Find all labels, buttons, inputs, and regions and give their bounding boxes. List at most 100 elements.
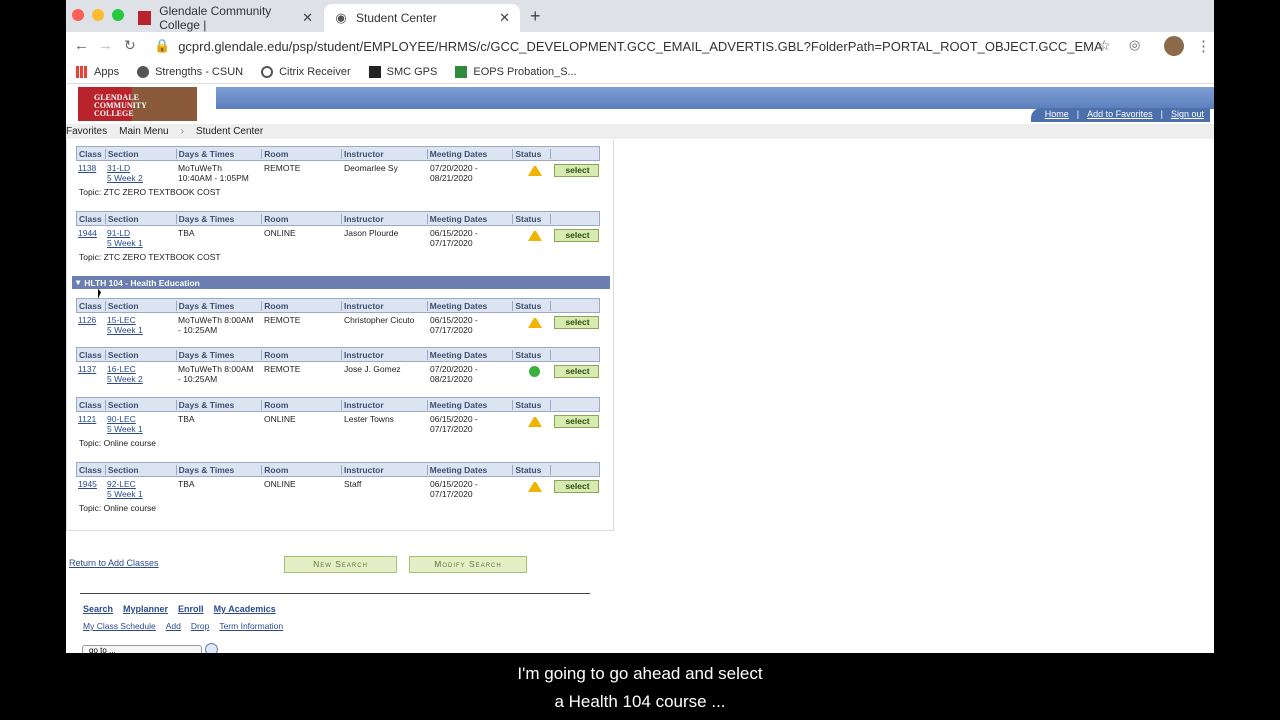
section-link[interactable]: 90-LEC: [107, 414, 136, 424]
section-link[interactable]: 92-LEC: [107, 479, 136, 489]
tab-title: Glendale Community College |: [159, 4, 272, 32]
mouse-cursor-icon: [98, 289, 101, 299]
class-number-link[interactable]: 1944: [78, 228, 97, 238]
grid-header: Class Section Days & Times Room Instructor Me…: [76, 462, 600, 477]
section-grid: Class Section Days & Times Room Instructor Me…: [76, 397, 600, 448]
column-header: Section: [106, 148, 177, 159]
select-button[interactable]: select: [554, 229, 599, 242]
header-band: [216, 87, 1214, 109]
citrix-icon: [261, 65, 274, 78]
forward-icon[interactable]: →: [98, 37, 113, 54]
strengths-icon: [137, 65, 150, 78]
footer-myplanner-link[interactable]: Myplanner: [123, 604, 168, 614]
subtitle-line-1: I'm going to go ahead and select: [517, 664, 763, 683]
add-link[interactable]: Add: [166, 621, 181, 631]
grid-header: Class Section Days & Times Room Instructor Me…: [76, 397, 600, 412]
column-header: Days & Times: [177, 464, 263, 475]
class-number-link[interactable]: 1138: [78, 163, 96, 173]
select-button[interactable]: select: [554, 316, 599, 329]
footer-nav: Search Myplanner Enroll My Academics: [83, 604, 276, 614]
section-link[interactable]: 15-LEC: [107, 315, 136, 325]
room-text: REMOTE: [264, 315, 301, 325]
column-header: Class: [77, 464, 106, 475]
column-header: Room: [262, 349, 342, 360]
term-information-link[interactable]: Term Information: [219, 621, 283, 631]
drop-link[interactable]: Drop: [191, 621, 209, 631]
column-header: Class: [77, 399, 106, 410]
footer-enroll-link[interactable]: Enroll: [178, 604, 204, 614]
section-grid: Class Section Days & Times Room Instructor Me…: [76, 211, 600, 262]
avatar[interactable]: [1164, 36, 1184, 56]
url-field[interactable]: 🔒 gcprd.glendale.edu/psp/student/EMPLOYE…: [154, 35, 1104, 57]
reload-icon[interactable]: ↻: [124, 37, 136, 54]
menu-icon[interactable]: ⋮: [1196, 37, 1211, 55]
column-header: Meeting Dates: [428, 464, 514, 475]
end-date-text: 08/21/2020: [430, 173, 473, 183]
go-arrow-icon[interactable]: [205, 643, 218, 653]
lock-icon: 🔒: [154, 38, 171, 53]
close-tab-icon[interactable]: ✕: [302, 10, 313, 26]
modify-search-button[interactable]: Modify Search: [409, 556, 527, 573]
session-link[interactable]: 5 Week 1: [107, 489, 143, 499]
apps-grid-icon: [76, 65, 88, 78]
session-link[interactable]: 5 Week 1: [107, 325, 143, 335]
topic-label: Topic:: [79, 438, 102, 448]
bookmark-eops[interactable]: EOPS Probation_S...: [455, 65, 577, 78]
start-date-text: 06/15/2020 -: [430, 228, 478, 238]
select-button[interactable]: select: [554, 365, 599, 378]
select-button[interactable]: select: [554, 164, 599, 177]
bookmark-citrix[interactable]: Citrix Receiver: [261, 65, 351, 78]
back-icon[interactable]: ←: [74, 37, 89, 54]
new-search-button[interactable]: New Search: [284, 556, 397, 573]
home-link[interactable]: Home: [1045, 109, 1069, 122]
instructor-text: Christopher Cicuto: [344, 315, 415, 325]
warning-status-icon: [528, 231, 542, 241]
new-tab-icon[interactable]: +: [530, 6, 541, 27]
section-link[interactable]: 31-LD: [107, 163, 130, 173]
course-header[interactable]: ▾ HLTH 104 - Health Education: [72, 276, 610, 289]
session-link[interactable]: 5 Week 2: [107, 173, 143, 183]
session-link[interactable]: 5 Week 1: [107, 238, 143, 248]
room-text: ONLINE: [264, 479, 296, 489]
tab-student-center[interactable]: ◉ Student Center ✕: [324, 4, 520, 32]
room-text: REMOTE: [264, 163, 301, 173]
bookmark-smc[interactable]: SMC GPS: [368, 65, 437, 78]
college-logo[interactable]: GLENDALE COMMUNITY COLLEGE: [78, 87, 197, 121]
breadcrumb-student-center[interactable]: Student Center: [196, 126, 263, 137]
close-window-button[interactable]: [72, 9, 84, 21]
minimize-window-button[interactable]: [92, 9, 104, 21]
class-number-link[interactable]: 1121: [78, 414, 96, 424]
extension-icon[interactable]: ◎: [1129, 37, 1140, 53]
goto-select[interactable]: go to ...: [82, 645, 202, 653]
add-to-favorites-link[interactable]: Add to Favorites: [1087, 109, 1153, 122]
bookmark-apps[interactable]: Apps: [76, 65, 119, 78]
class-number-link[interactable]: 1945: [78, 479, 97, 489]
tab-glendale[interactable]: Glendale Community College | ✕: [128, 4, 323, 32]
select-button[interactable]: select: [554, 480, 599, 493]
footer-search-link[interactable]: Search: [83, 604, 113, 614]
collapse-triangle-icon[interactable]: ▾: [76, 277, 80, 288]
session-link[interactable]: 5 Week 1: [107, 424, 143, 434]
breadcrumb-favorites[interactable]: Favorites: [66, 126, 107, 137]
bookmark-strengths[interactable]: Strengths - CSUN: [137, 65, 243, 78]
select-button[interactable]: select: [554, 415, 599, 428]
section-link[interactable]: 91-LD: [107, 228, 130, 238]
sign-out-link[interactable]: Sign out: [1171, 109, 1204, 122]
footer-my-academics-link[interactable]: My Academics: [214, 604, 276, 614]
grid-header: Class Section Days & Times Room Instructor Me…: [76, 211, 600, 226]
bookmark-star-icon[interactable]: ☆: [1098, 37, 1111, 54]
section-grid: Class Section Days & Times Room Instructor Me…: [76, 347, 600, 384]
return-to-add-classes-link[interactable]: Return to Add Classes: [69, 558, 159, 568]
section-link[interactable]: 16-LEC: [107, 364, 136, 374]
class-number-link[interactable]: 1137: [78, 364, 96, 374]
session-link[interactable]: 5 Week 2: [107, 374, 143, 384]
column-header: Instructor: [342, 349, 428, 360]
close-tab-icon[interactable]: ✕: [499, 10, 510, 26]
section-grid: Class Section Days & Times Room Instructor Me…: [76, 146, 600, 197]
footer-subnav: My Class Schedule Add Drop Term Informat…: [83, 621, 283, 631]
browser-window: Glendale Community College | ✕ ◉ Student…: [66, 0, 1214, 653]
breadcrumb-main-menu[interactable]: Main Menu: [119, 126, 168, 137]
my-class-schedule-link[interactable]: My Class Schedule: [83, 621, 156, 631]
class-number-link[interactable]: 1126: [78, 315, 96, 325]
maximize-window-button[interactable]: [112, 9, 124, 21]
